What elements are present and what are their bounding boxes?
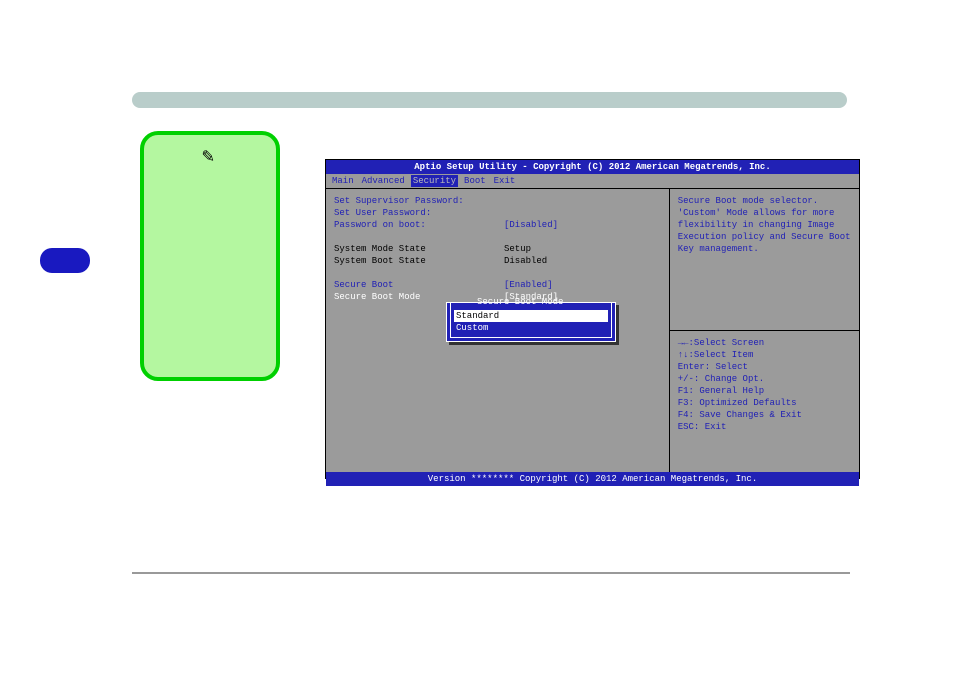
pencil-icon: ✎ [202, 143, 214, 169]
key-hint-f3: F3: Optimized Defaults [678, 397, 851, 409]
key-hint-enter: Enter: Select [678, 361, 851, 373]
key-hint-f4: F4: Save Changes & Exit [678, 409, 851, 421]
decorative-hr [132, 572, 850, 574]
setting-value: [Enabled] [504, 279, 553, 291]
set-user-password-item[interactable]: Set User Password: [334, 207, 661, 219]
popup-option-custom[interactable]: Custom [454, 322, 608, 334]
setting-label: Set User Password: [334, 207, 504, 219]
bios-tab-bar: Main Advanced Security Boot Exit [326, 174, 859, 189]
bios-setup-window: Aptio Setup Utility - Copyright (C) 2012… [325, 159, 860, 479]
decorative-blue-pill [40, 248, 90, 273]
popup-title: Secure Boot Mode [474, 296, 566, 308]
bios-help-text: Secure Boot mode selector. 'Custom' Mode… [670, 189, 859, 331]
system-mode-state-item: System Mode State Setup [334, 243, 661, 255]
setting-label: System Boot State [334, 255, 504, 267]
tab-security[interactable]: Security [411, 175, 458, 187]
bios-title-bar: Aptio Setup Utility - Copyright (C) 2012… [326, 160, 859, 174]
tab-boot[interactable]: Boot [462, 175, 488, 187]
popup-option-standard[interactable]: Standard [454, 310, 608, 322]
setting-label: System Mode State [334, 243, 504, 255]
spacer [334, 267, 661, 279]
set-supervisor-password-item[interactable]: Set Supervisor Password: [334, 195, 661, 207]
key-hint-select-item: ↑↓:Select Item [678, 349, 851, 361]
secure-boot-mode-popup: Secure Boot Mode Standard Custom [446, 302, 616, 342]
key-hint-f1: F1: General Help [678, 385, 851, 397]
bios-left-panel: Set Supervisor Password: Set User Passwo… [326, 189, 670, 472]
tab-main[interactable]: Main [330, 175, 356, 187]
setting-value: Disabled [504, 255, 547, 267]
setting-value: Setup [504, 243, 531, 255]
bios-footer: Version ******** Copyright (C) 2012 Amer… [326, 472, 859, 486]
setting-label: Set Supervisor Password: [334, 195, 504, 207]
bios-right-panel: Secure Boot mode selector. 'Custom' Mode… [670, 189, 859, 472]
key-hint-esc: ESC: Exit [678, 421, 851, 433]
tab-exit[interactable]: Exit [492, 175, 518, 187]
setting-value: [Disabled] [504, 219, 558, 231]
system-boot-state-item: System Boot State Disabled [334, 255, 661, 267]
bios-key-hints: →←:Select Screen ↑↓:Select Item Enter: S… [670, 331, 859, 472]
tab-advanced[interactable]: Advanced [360, 175, 407, 187]
bios-body: Set Supervisor Password: Set User Passwo… [326, 189, 859, 472]
note-callout-box: ✎ [140, 131, 280, 381]
secure-boot-item[interactable]: Secure Boot [Enabled] [334, 279, 661, 291]
spacer [334, 231, 661, 243]
setting-label: Secure Boot [334, 279, 504, 291]
key-hint-select-screen: →←:Select Screen [678, 337, 851, 349]
key-hint-change: +/-: Change Opt. [678, 373, 851, 385]
decorative-header-bar [132, 92, 847, 108]
password-on-boot-item[interactable]: Password on boot: [Disabled] [334, 219, 661, 231]
setting-label: Password on boot: [334, 219, 504, 231]
